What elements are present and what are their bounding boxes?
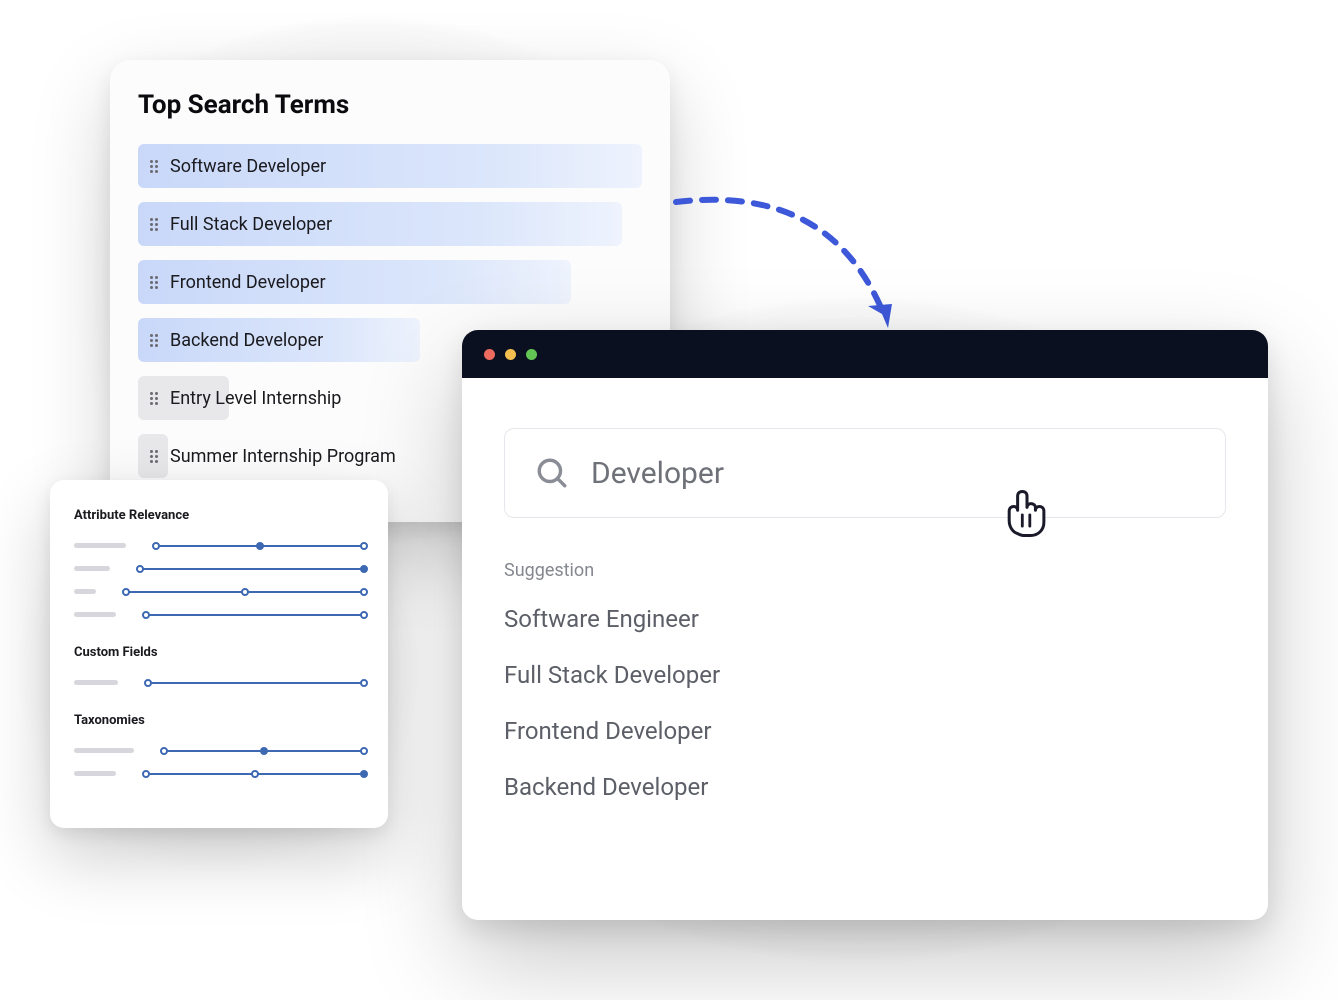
slider-row (74, 543, 364, 548)
drag-handle-icon[interactable] (150, 276, 158, 289)
attribute-label-placeholder (74, 680, 118, 685)
attribute-label-placeholder (74, 566, 110, 571)
suggestion-item[interactable]: Frontend Developer (504, 717, 1226, 745)
drag-handle-icon[interactable] (150, 218, 158, 231)
slider-track[interactable] (146, 773, 364, 775)
slider-handle[interactable] (251, 770, 259, 778)
search-term-row[interactable]: Full Stack Developer (138, 202, 642, 246)
slider-handle[interactable] (241, 588, 249, 596)
slider-track[interactable] (156, 545, 364, 547)
slider-handle[interactable] (360, 770, 368, 778)
slider-handle[interactable] (256, 542, 264, 550)
slider-row (74, 748, 364, 753)
slider-handle[interactable] (360, 679, 368, 687)
suggestion-item[interactable]: Software Engineer (504, 605, 1226, 633)
traffic-light-zoom[interactable] (526, 349, 537, 360)
slider-handle[interactable] (152, 542, 160, 550)
slider-handle[interactable] (136, 565, 144, 573)
term-label: Backend Developer (170, 330, 323, 351)
slider-track[interactable] (146, 614, 364, 616)
slider-track[interactable] (148, 682, 364, 684)
search-term-row[interactable]: Frontend Developer (138, 260, 642, 304)
top-search-terms-title: Top Search Terms (138, 90, 642, 120)
browser-body: Developer Suggestion Software Engineer Fu… (462, 378, 1268, 859)
drag-handle-icon[interactable] (150, 334, 158, 347)
term-label: Software Developer (170, 156, 326, 177)
term-label: Frontend Developer (170, 272, 326, 293)
search-icon (535, 456, 569, 490)
slider-track[interactable] (140, 568, 364, 570)
slider-handle[interactable] (360, 611, 368, 619)
slider-section-title: Attribute Relevance (74, 508, 364, 523)
browser-window: Developer Suggestion Software Engineer Fu… (462, 330, 1268, 920)
suggestion-item[interactable]: Full Stack Developer (504, 661, 1226, 689)
slider-fill (140, 568, 364, 570)
term-label: Entry Level Internship (170, 388, 341, 409)
relevance-sliders-card: Attribute Relevance Custom Fields Taxonomi… (50, 480, 388, 828)
search-input[interactable]: Developer (504, 428, 1226, 518)
slider-handle[interactable] (360, 542, 368, 550)
slider-section-title: Custom Fields (74, 645, 364, 660)
pointer-cursor-icon (997, 483, 1057, 543)
slider-handle[interactable] (160, 747, 168, 755)
slider-fill (148, 682, 364, 684)
slider-handle[interactable] (360, 747, 368, 755)
traffic-light-close[interactable] (484, 349, 495, 360)
browser-titlebar (462, 330, 1268, 378)
slider-row (74, 566, 364, 571)
slider-handle[interactable] (360, 588, 368, 596)
search-term-row[interactable]: Software Developer (138, 144, 642, 188)
term-label: Summer Internship Program (170, 446, 396, 467)
traffic-light-minimize[interactable] (505, 349, 516, 360)
attribute-label-placeholder (74, 543, 126, 548)
drag-handle-icon[interactable] (150, 160, 158, 173)
term-label: Full Stack Developer (170, 214, 332, 235)
slider-row (74, 771, 364, 776)
slider-handle[interactable] (260, 747, 268, 755)
attribute-label-placeholder (74, 612, 116, 617)
connector-arrow (668, 190, 898, 340)
attribute-label-placeholder (74, 748, 134, 753)
slider-row (74, 589, 364, 594)
suggestion-section-label: Suggestion (504, 560, 1226, 581)
slider-section-title: Taxonomies (74, 713, 364, 728)
slider-handle[interactable] (144, 679, 152, 687)
slider-handle[interactable] (142, 770, 150, 778)
slider-row (74, 612, 364, 617)
attribute-label-placeholder (74, 589, 96, 594)
slider-fill (146, 614, 364, 616)
slider-handle[interactable] (142, 611, 150, 619)
slider-track[interactable] (126, 591, 364, 593)
slider-handle[interactable] (360, 565, 368, 573)
attribute-label-placeholder (74, 771, 116, 776)
slider-track[interactable] (164, 750, 364, 752)
drag-handle-icon[interactable] (150, 450, 158, 463)
slider-row (74, 680, 364, 685)
suggestion-item[interactable]: Backend Developer (504, 773, 1226, 801)
drag-handle-icon[interactable] (150, 392, 158, 405)
search-value: Developer (591, 456, 724, 491)
slider-handle[interactable] (122, 588, 130, 596)
